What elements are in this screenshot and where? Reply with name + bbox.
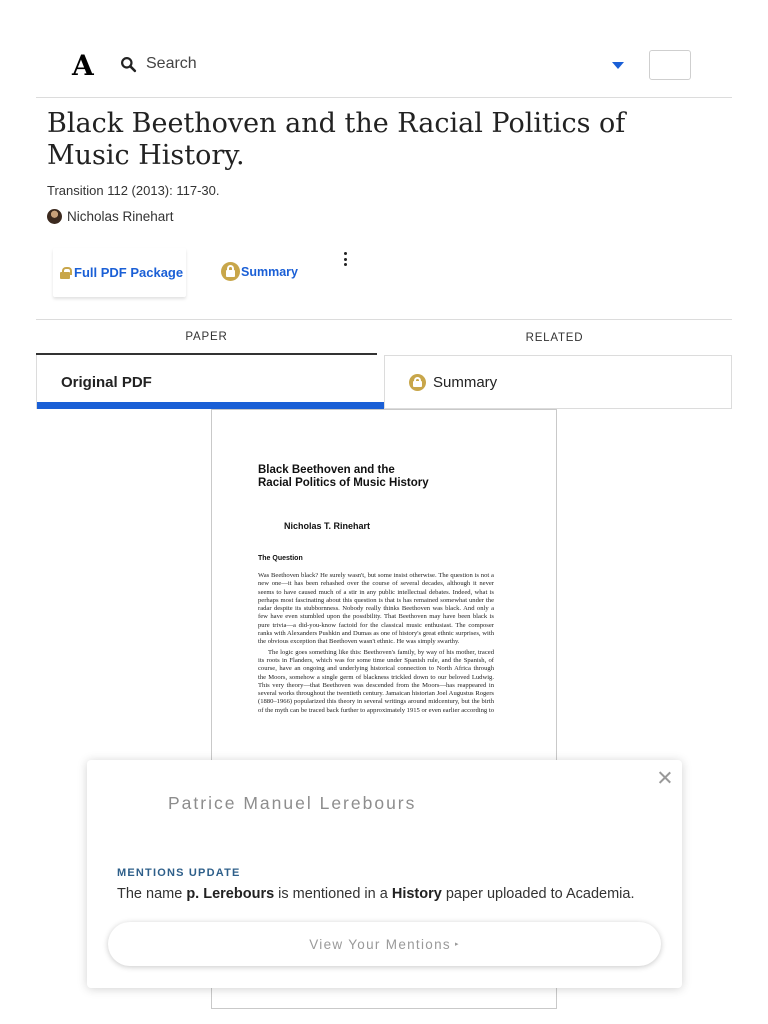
message-text: The name	[117, 886, 187, 902]
pdf-author: Nicholas T. Rinehart	[284, 521, 371, 531]
pdf-title: Black Beethoven and the Racial Politics …	[258, 464, 518, 490]
author-name: Nicholas Rinehart	[67, 209, 174, 224]
mentions-message: The name p. Lerebours is mentioned in a …	[117, 886, 634, 902]
mentions-popup: Patrice Manuel Lerebours MENTIONS UPDATE…	[87, 760, 682, 988]
message-text: paper uploaded to Academia.	[441, 886, 635, 902]
mentions-update-heading: MENTIONS UPDATE	[117, 867, 241, 879]
paper-citation: Transition 112 (2013): 117-30.	[47, 183, 220, 198]
pdf-paragraph: The logic goes something like this: Beet…	[258, 648, 494, 714]
pdf-section-heading: The Question	[258, 555, 303, 562]
paper-title: Black Beethoven and the Racial Politics …	[47, 108, 626, 171]
view-mentions-button[interactable]: View Your Mentions ▸	[108, 922, 661, 966]
paper-tabs: PAPER RELATED	[36, 319, 732, 355]
summary-label: Summary	[241, 264, 298, 279]
search-label: Search	[146, 55, 197, 72]
close-icon[interactable]	[658, 771, 671, 784]
top-navigation-bar: A Search	[36, 36, 732, 98]
summary-button[interactable]: Summary	[221, 262, 298, 281]
author-avatar	[47, 209, 62, 224]
search-button[interactable]: Search	[120, 55, 197, 73]
user-menu-button[interactable]	[649, 50, 691, 80]
mentioned-name: p. Lerebours	[186, 886, 275, 902]
search-icon	[121, 56, 137, 72]
mentioned-topic: History	[391, 886, 442, 902]
lock-badge-icon	[409, 373, 426, 391]
pdf-title-line: Racial Politics of Music History	[258, 477, 429, 489]
document-view-tabs: Original PDF Summary	[36, 355, 732, 409]
tab-summary[interactable]: Summary	[384, 355, 732, 409]
summary-tab-label: Summary	[433, 373, 498, 391]
author-link[interactable]: Nicholas Rinehart	[47, 209, 174, 224]
original-pdf-label: Original PDF	[61, 373, 152, 391]
lock-badge-icon	[221, 262, 240, 281]
dropdown-caret-icon[interactable]	[612, 62, 624, 69]
pdf-paragraph: Was Beethoven black? He surely wasn't, b…	[258, 572, 494, 646]
tab-related[interactable]: RELATED	[384, 320, 725, 355]
view-mentions-label: View Your Mentions	[309, 936, 451, 952]
tab-original-pdf[interactable]: Original PDF	[36, 355, 384, 409]
full-pdf-package-button[interactable]: Full PDF Package	[53, 248, 186, 297]
profile-name: Patrice Manuel Lerebours	[168, 793, 417, 813]
message-text: is mentioned in a	[274, 886, 392, 902]
full-pdf-package-label: Full PDF Package	[74, 265, 184, 280]
lock-icon	[60, 266, 72, 279]
more-options-icon[interactable]	[343, 252, 347, 266]
academia-logo[interactable]: A	[72, 49, 94, 82]
tab-paper[interactable]: PAPER	[36, 320, 377, 355]
arrow-right-icon: ▸	[454, 941, 460, 948]
pdf-title-line: Black Beethoven and the	[258, 464, 395, 476]
pdf-body-text: Was Beethoven black? He surely wasn't, b…	[258, 572, 494, 715]
